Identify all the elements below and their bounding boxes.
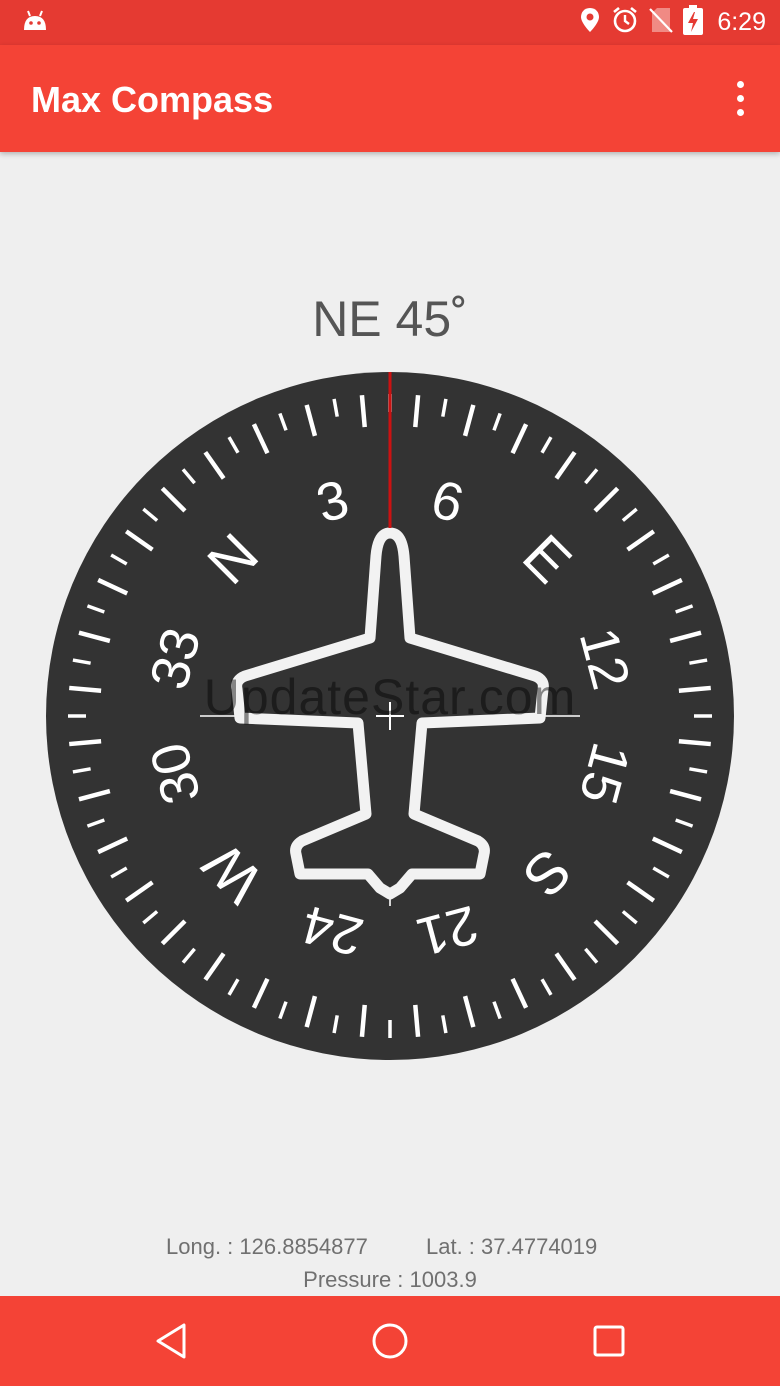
compass-tick <box>359 395 367 428</box>
navigation-bar <box>0 1296 780 1386</box>
compass-tick <box>413 1004 421 1037</box>
heading-readout: NE 45˚ <box>312 291 468 347</box>
app-title: Max Compass <box>31 79 274 120</box>
status-time: 6:29 <box>717 8 766 36</box>
watermark: UpdateStar.com <box>203 669 577 725</box>
status-bar: 6:29 <box>0 0 780 45</box>
home-icon[interactable] <box>365 1318 415 1364</box>
compass-tick <box>359 1004 367 1037</box>
compass-tick <box>413 395 421 428</box>
alarm-icon <box>611 6 639 39</box>
back-icon[interactable] <box>146 1318 196 1364</box>
app-bar: Max Compass <box>0 45 780 152</box>
overflow-menu-icon[interactable] <box>722 75 758 121</box>
android-icon <box>22 8 48 39</box>
recents-icon[interactable] <box>584 1318 634 1364</box>
longitude-text: Long. : 126.8854877 <box>166 1234 368 1259</box>
latitude-text: Lat. : 37.4774019 <box>426 1234 598 1259</box>
battery-charging-icon <box>683 5 704 40</box>
pressure-text: Pressure : 1003.9 <box>303 1267 477 1292</box>
compass-tick <box>678 739 711 747</box>
no-sim-icon <box>649 6 674 39</box>
location-pin-icon <box>579 7 601 38</box>
compass-tick <box>69 739 102 747</box>
